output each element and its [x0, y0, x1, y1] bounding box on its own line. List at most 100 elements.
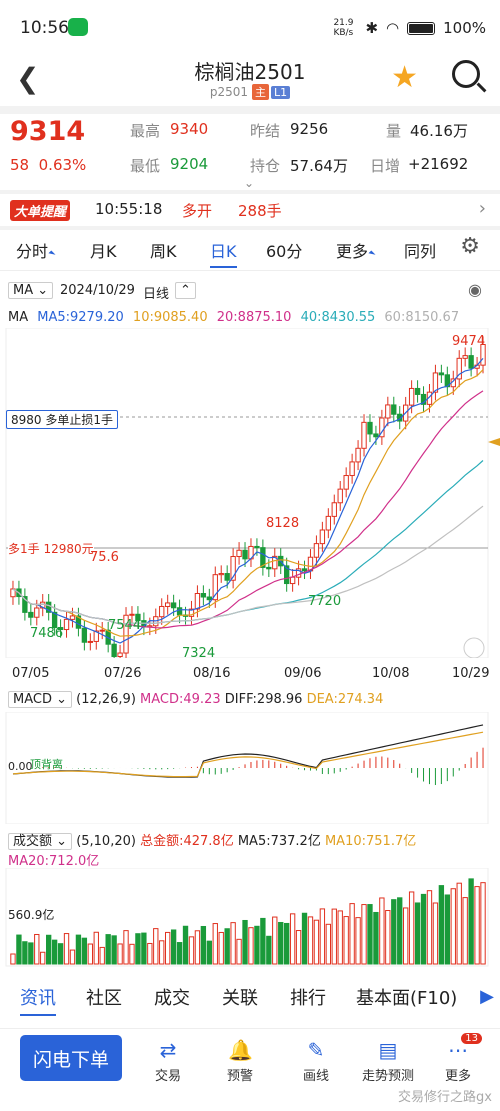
- candle: [266, 566, 272, 570]
- volume-bar: [462, 897, 468, 965]
- label-7544: 7544: [108, 618, 142, 633]
- volume-bar: [349, 903, 355, 965]
- label-7486: 7486: [30, 626, 64, 641]
- volume-bar: [480, 882, 486, 965]
- tab-ranking[interactable]: 排行: [290, 984, 326, 1010]
- tab-daily[interactable]: 日K: [210, 238, 237, 268]
- tab-related[interactable]: 关联: [222, 984, 258, 1010]
- candle: [319, 529, 326, 545]
- eye-icon[interactable]: ◉: [468, 280, 482, 299]
- candle: [224, 573, 230, 581]
- trade-button[interactable]: ⇄ 交易: [138, 1039, 198, 1084]
- expand-chevron-icon[interactable]: ⌄: [244, 176, 254, 190]
- candle: [236, 549, 242, 558]
- alert-tag: 大单提醒: [10, 200, 71, 221]
- net-speed: 21.9 KB/s: [333, 18, 354, 38]
- candle: [117, 652, 123, 657]
- macd-chart[interactable]: [0, 712, 500, 824]
- position-label[interactable]: 多1手 12980元: [8, 540, 94, 557]
- volume-bar: [301, 912, 308, 965]
- trend-button[interactable]: ▤ 走势预测: [358, 1039, 418, 1084]
- candle: [325, 515, 331, 531]
- volume-axis-label: 560.9亿: [8, 908, 55, 922]
- volume-bar: [129, 943, 135, 965]
- chevron-right-icon: ›: [478, 198, 486, 219]
- volume-bar: [379, 897, 385, 965]
- volume-bar: [325, 923, 331, 965]
- tab-monthly[interactable]: 月K: [90, 238, 117, 262]
- favorite-star-icon[interactable]: ★: [391, 60, 418, 95]
- volume-bar: [355, 917, 361, 965]
- chevron-right-icon[interactable]: ▶: [480, 986, 494, 1007]
- volume-legend: 成交额 ⌄ (5,10,20) 总金额:427.8亿 MA5:737.2亿 MA…: [8, 830, 416, 850]
- chart-settings-bar: MA ⌄ 2024/10/29 日线 ⌃ ◉: [0, 280, 500, 302]
- chart-date: 2024/10/29: [60, 283, 135, 298]
- candle: [337, 488, 343, 504]
- tab-fenshi[interactable]: 分时: [16, 238, 56, 262]
- volume-bar: [373, 911, 379, 965]
- volume-bar: [57, 943, 64, 965]
- low-label: 最低: [130, 157, 161, 175]
- tab-news[interactable]: 资讯: [20, 984, 56, 1016]
- volume-bar: [337, 910, 343, 965]
- label-9474: 9474: [452, 334, 486, 349]
- volume-total: 总金额:427.8亿: [140, 834, 234, 849]
- candle: [438, 372, 445, 376]
- candle: [218, 573, 224, 576]
- period-tabs: 分时 月K 周K 日K 60分 更多 同列 ⚙: [0, 234, 500, 268]
- flash-order-button[interactable]: 闪电下单: [20, 1035, 122, 1081]
- candle: [176, 607, 183, 616]
- candle: [206, 596, 212, 601]
- candle: [355, 447, 361, 463]
- hold-label: 持仓: [250, 157, 281, 175]
- volume-label: 量: [386, 122, 402, 140]
- volume-bar: [170, 929, 177, 965]
- gear-icon[interactable]: ⚙: [460, 234, 480, 259]
- hold-value: 57.64万: [290, 157, 348, 175]
- tab-60min[interactable]: 60分: [266, 238, 302, 262]
- alert-button[interactable]: 🔔 预警: [210, 1039, 270, 1084]
- more-button[interactable]: ⋯ 更多 13: [428, 1033, 488, 1084]
- candle: [28, 611, 34, 618]
- candle: [385, 404, 391, 419]
- candle: [165, 602, 171, 607]
- tab-weekly[interactable]: 周K: [150, 238, 177, 262]
- volume-bar: [93, 931, 99, 965]
- tab-community[interactable]: 社区: [86, 984, 122, 1010]
- tab-f10[interactable]: 基本面(F10): [356, 984, 457, 1010]
- candle: [462, 355, 468, 359]
- volume-bar: [272, 916, 278, 965]
- candle: [111, 643, 117, 657]
- date-tick: 08/16: [193, 666, 231, 681]
- date-tick: 09/06: [284, 666, 322, 681]
- volume-chart[interactable]: [0, 868, 500, 968]
- tab-more[interactable]: 更多: [336, 238, 376, 262]
- last-price: 9314: [10, 116, 86, 147]
- stop-loss-label[interactable]: 8980 多单止损1手: [6, 410, 118, 429]
- volume-bar: [10, 953, 16, 965]
- macd-select[interactable]: MACD ⌄: [8, 691, 72, 708]
- big-order-alert[interactable]: 大单提醒 10:55:18 多开 288手 ›: [0, 194, 500, 224]
- volume-bar: [408, 891, 415, 965]
- tab-trades[interactable]: 成交: [154, 984, 190, 1010]
- volume-select[interactable]: 成交额 ⌄: [8, 833, 73, 850]
- page-subtitle: p2501 主 L1: [0, 84, 500, 100]
- volume-bar: [468, 878, 474, 965]
- kline-chart[interactable]: [0, 328, 500, 658]
- candle: [349, 461, 355, 477]
- volume-bar: [135, 933, 141, 965]
- search-icon[interactable]: [452, 60, 480, 88]
- collapse-icon[interactable]: ⌃: [175, 282, 196, 299]
- volume-bar: [236, 938, 242, 965]
- volume-bar: [474, 886, 480, 965]
- ma-select[interactable]: MA ⌄: [8, 282, 54, 299]
- volume-bar: [331, 908, 337, 965]
- price-change: 58 0.63%: [10, 156, 86, 174]
- draw-button[interactable]: ✎ 画线: [286, 1039, 346, 1084]
- watermark: 交易修行之路gx: [398, 1090, 492, 1105]
- volume-bar: [165, 931, 171, 965]
- low-value: 9204: [170, 155, 209, 173]
- volume-bar: [438, 885, 445, 965]
- candle: [242, 549, 248, 560]
- tab-same-list[interactable]: 同列: [404, 238, 436, 262]
